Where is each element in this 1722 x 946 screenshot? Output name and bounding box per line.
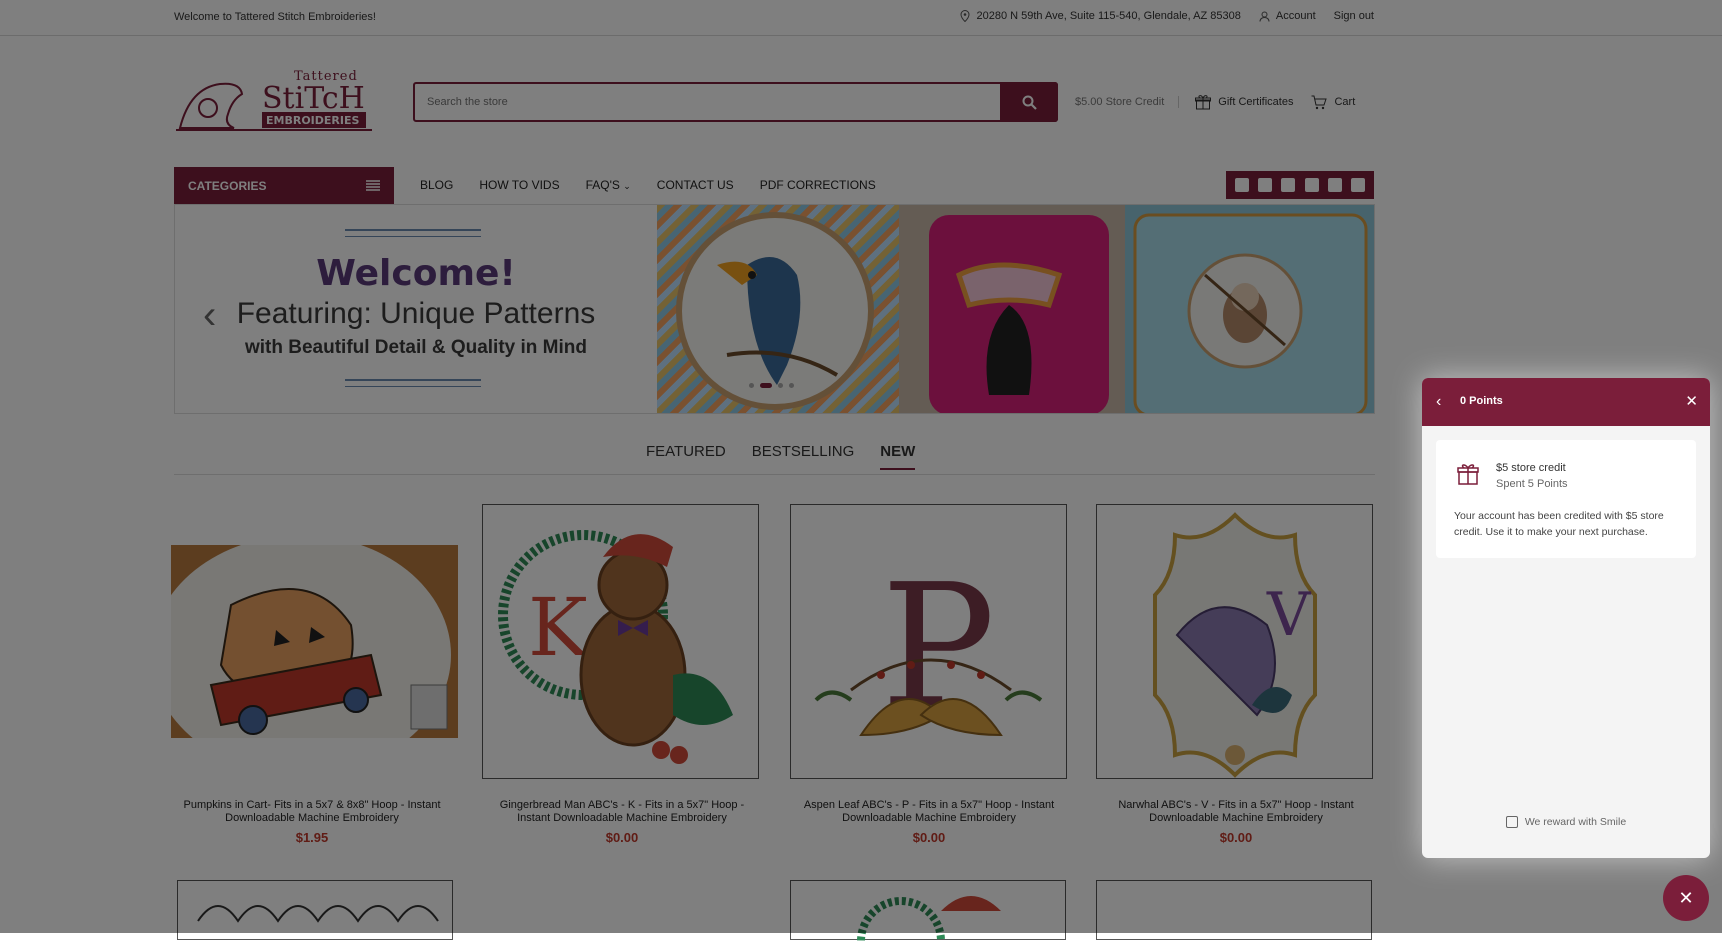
rewards-launcher-close-button[interactable]: ✕ <box>1663 875 1709 921</box>
gift-icon <box>1457 464 1479 485</box>
back-arrow-icon[interactable]: ‹ <box>1436 393 1441 411</box>
close-icon: ✕ <box>1678 887 1694 908</box>
rewards-footer[interactable]: We reward with Smile <box>1422 816 1710 828</box>
reward-spent: Spent 5 Points <box>1496 478 1568 490</box>
points-title: 0 Points <box>1460 395 1503 407</box>
close-icon[interactable]: ✕ <box>1685 392 1698 410</box>
rewards-panel: ‹ 0 Points ✕ $5 store credit Spent 5 Poi… <box>1422 378 1710 858</box>
reward-name: $5 store credit <box>1496 462 1566 474</box>
rewards-panel-header: ‹ 0 Points ✕ <box>1422 378 1710 426</box>
reward-card: $5 store credit Spent 5 Points Your acco… <box>1436 440 1696 558</box>
reward-message: Your account has been credited with $5 s… <box>1454 510 1664 538</box>
smile-logo-icon <box>1505 816 1518 828</box>
rewards-footer-text: We reward with Smile <box>1524 816 1627 828</box>
